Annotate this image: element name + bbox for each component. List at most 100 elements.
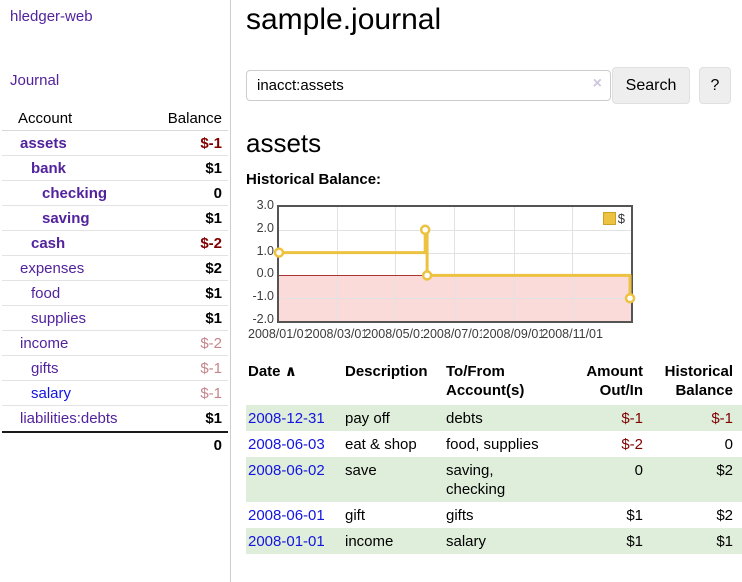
transaction-amount: $1 bbox=[565, 502, 643, 528]
search-input[interactable] bbox=[246, 70, 611, 101]
account-balance: $1 bbox=[205, 281, 222, 306]
account-link-expenses[interactable]: expenses bbox=[20, 260, 84, 277]
account-link-cash[interactable]: cash bbox=[31, 235, 65, 252]
x-axis-tick-label: 2008/07/01 bbox=[423, 327, 482, 341]
help-button[interactable]: ? bbox=[699, 67, 731, 104]
account-row: assets $-1 bbox=[2, 131, 228, 156]
register-row: 2008-12-31pay offdebts$-1$-1 bbox=[246, 405, 742, 431]
transaction-historical-balance: 0 bbox=[643, 431, 742, 457]
transaction-accounts: saving, checking bbox=[446, 457, 565, 502]
transaction-accounts: debts bbox=[446, 405, 565, 431]
account-row: supplies$1 bbox=[2, 306, 228, 331]
account-balance: $1 bbox=[205, 206, 222, 231]
account-balance: 0 bbox=[214, 181, 222, 206]
transaction-date-link[interactable]: 2008-12-31 bbox=[248, 410, 325, 427]
clear-search-icon[interactable]: × bbox=[593, 75, 602, 93]
legend-swatch bbox=[603, 212, 616, 225]
account-link-salary[interactable]: salary bbox=[31, 385, 71, 402]
account-row: checking 0 bbox=[2, 181, 228, 206]
transaction-description: gift bbox=[345, 502, 446, 528]
account-heading: assets bbox=[246, 128, 321, 159]
historical-balance-chart: $ 3.02.01.00.0-1.0-2.02008/01/012008/03/… bbox=[246, 203, 642, 345]
column-header-account: Account bbox=[18, 110, 72, 127]
search-form: × bbox=[246, 70, 611, 101]
account-link-saving[interactable]: saving bbox=[42, 210, 90, 227]
account-balance: $-1 bbox=[200, 356, 222, 381]
sidebar: hledger-web Journal Account Balance asse… bbox=[0, 0, 231, 582]
column-header-amount: Amount Out/In bbox=[565, 362, 643, 405]
x-axis-tick-label: 2008/03/01 bbox=[306, 327, 365, 341]
transaction-historical-balance: $2 bbox=[643, 457, 742, 502]
y-axis-tick-label: -1.0 bbox=[246, 288, 274, 304]
account-balance: $-1 bbox=[200, 131, 222, 156]
account-table-header: Account Balance bbox=[2, 106, 228, 131]
transaction-date-link[interactable]: 2008-01-01 bbox=[248, 533, 325, 550]
account-row: bank$1 bbox=[2, 156, 228, 181]
account-row: income $-2 bbox=[2, 331, 228, 356]
transaction-amount: $1 bbox=[565, 528, 643, 554]
account-row: food $1 bbox=[2, 281, 228, 306]
transaction-historical-balance: $-1 bbox=[643, 405, 742, 431]
account-row: saving $1 bbox=[2, 206, 228, 231]
transaction-date-link[interactable]: 2008-06-03 bbox=[248, 436, 325, 453]
account-balance: $-1 bbox=[200, 381, 222, 406]
transaction-accounts: food, supplies bbox=[446, 431, 565, 457]
account-balance: $2 bbox=[205, 256, 222, 281]
x-axis-tick-label: 2008/11/01 bbox=[541, 327, 603, 341]
register-row: 2008-06-02 savesaving, checking0$2 bbox=[246, 457, 742, 502]
sort-ascending-icon: ∧ bbox=[285, 363, 297, 380]
account-total-row: 0 bbox=[2, 431, 228, 456]
transaction-amount: $-1 bbox=[565, 405, 643, 431]
register-row: 2008-01-01incomesalary$1$1 bbox=[246, 528, 742, 554]
account-link-income[interactable]: income bbox=[20, 335, 68, 352]
transaction-accounts: salary bbox=[446, 528, 565, 554]
app-brand-link[interactable]: hledger-web bbox=[10, 8, 93, 25]
account-row: cash$-2 bbox=[2, 231, 228, 256]
chart-plot-area: $ bbox=[277, 205, 633, 323]
register-row: 2008-06-01giftgifts$1$2 bbox=[246, 502, 742, 528]
y-axis-tick-label: -2.0 bbox=[246, 311, 274, 327]
balance-line-series bbox=[279, 207, 631, 321]
account-balance: $1 bbox=[205, 406, 222, 431]
transaction-amount: $-2 bbox=[565, 431, 643, 457]
sidebar-item-journal[interactable]: Journal bbox=[10, 72, 59, 89]
page-title: sample.journal bbox=[246, 3, 441, 37]
register-header-row: Date ∧ Description To/From Account(s) Am… bbox=[246, 362, 742, 405]
column-header-historical-balance: Historical Balance bbox=[643, 362, 742, 405]
account-link-liabilities-debts[interactable]: liabilities:debts bbox=[20, 410, 118, 427]
account-link-assets[interactable]: assets bbox=[20, 135, 67, 152]
column-header-accounts: To/From Account(s) bbox=[446, 362, 565, 405]
transaction-description: save bbox=[345, 457, 446, 502]
transaction-date-link[interactable]: 2008-06-01 bbox=[248, 507, 325, 524]
chart-title: Historical Balance: bbox=[246, 171, 381, 188]
account-link-gifts[interactable]: gifts bbox=[31, 360, 59, 377]
account-link-bank[interactable]: bank bbox=[31, 160, 66, 177]
account-row: salary $-1 bbox=[2, 381, 228, 406]
x-axis-tick-label: 2008/01/01 bbox=[248, 327, 307, 341]
account-link-food[interactable]: food bbox=[31, 285, 60, 302]
account-row: expenses $2 bbox=[2, 256, 228, 281]
account-table-body: assets$-1bank$1checking0saving$1cash$-2e… bbox=[2, 131, 228, 431]
transaction-description: eat & shop bbox=[345, 431, 446, 457]
account-link-checking[interactable]: checking bbox=[42, 185, 107, 202]
total-balance: 0 bbox=[214, 433, 222, 458]
account-row: gifts $-1 bbox=[2, 356, 228, 381]
column-header-description: Description bbox=[345, 362, 446, 405]
x-axis-tick-label: 2008/05/01 bbox=[364, 327, 423, 341]
transaction-amount: 0 bbox=[565, 457, 643, 502]
transaction-description: pay off bbox=[345, 405, 446, 431]
account-balance: $-2 bbox=[200, 331, 222, 356]
register-row: 2008-06-03 eat & shopfood, supplies$-20 bbox=[246, 431, 742, 457]
register-table: Date ∧ Description To/From Account(s) Am… bbox=[246, 362, 742, 554]
x-axis-tick-label: 2008/09/01 bbox=[483, 327, 542, 341]
account-row: liabilities:debts $1 bbox=[2, 406, 228, 431]
transaction-date-link[interactable]: 2008-06-02 bbox=[248, 462, 325, 479]
column-header-date[interactable]: Date ∧ bbox=[246, 362, 345, 405]
transaction-description: income bbox=[345, 528, 446, 554]
search-button[interactable]: Search bbox=[612, 67, 690, 104]
y-axis-tick-label: 2.0 bbox=[246, 220, 274, 236]
account-link-supplies[interactable]: supplies bbox=[31, 310, 86, 327]
transaction-accounts: gifts bbox=[446, 502, 565, 528]
y-axis-tick-label: 3.0 bbox=[246, 197, 274, 213]
legend-label: $ bbox=[618, 211, 625, 226]
